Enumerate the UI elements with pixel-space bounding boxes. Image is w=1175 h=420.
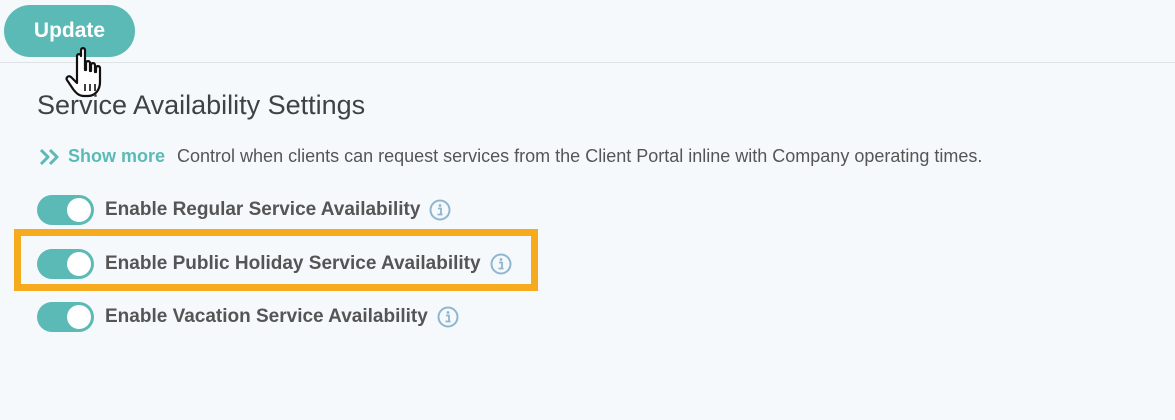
vacation-availability-toggle[interactable] (37, 302, 94, 332)
toggle-knob (67, 305, 91, 329)
show-more-link[interactable]: Show more (68, 146, 165, 167)
section-title: Service Availability Settings (37, 90, 366, 120)
description-row: Show more Control when clients can reque… (38, 146, 982, 167)
setting-row-regular: Enable Regular Service Availability (37, 195, 451, 225)
top-toolbar: Update (0, 0, 1175, 63)
info-icon[interactable] (429, 199, 451, 221)
section-description: Control when clients can request service… (177, 146, 983, 166)
regular-availability-toggle[interactable] (37, 195, 94, 225)
toggle-knob (67, 198, 91, 222)
setting-row-vacation: Enable Vacation Service Availability (37, 302, 459, 332)
highlight-box (14, 229, 538, 291)
double-chevron-right-icon[interactable] (38, 147, 62, 167)
setting-label: Enable Vacation Service Availability (105, 306, 428, 327)
setting-label: Enable Regular Service Availability (105, 199, 421, 220)
info-icon[interactable] (437, 306, 459, 328)
